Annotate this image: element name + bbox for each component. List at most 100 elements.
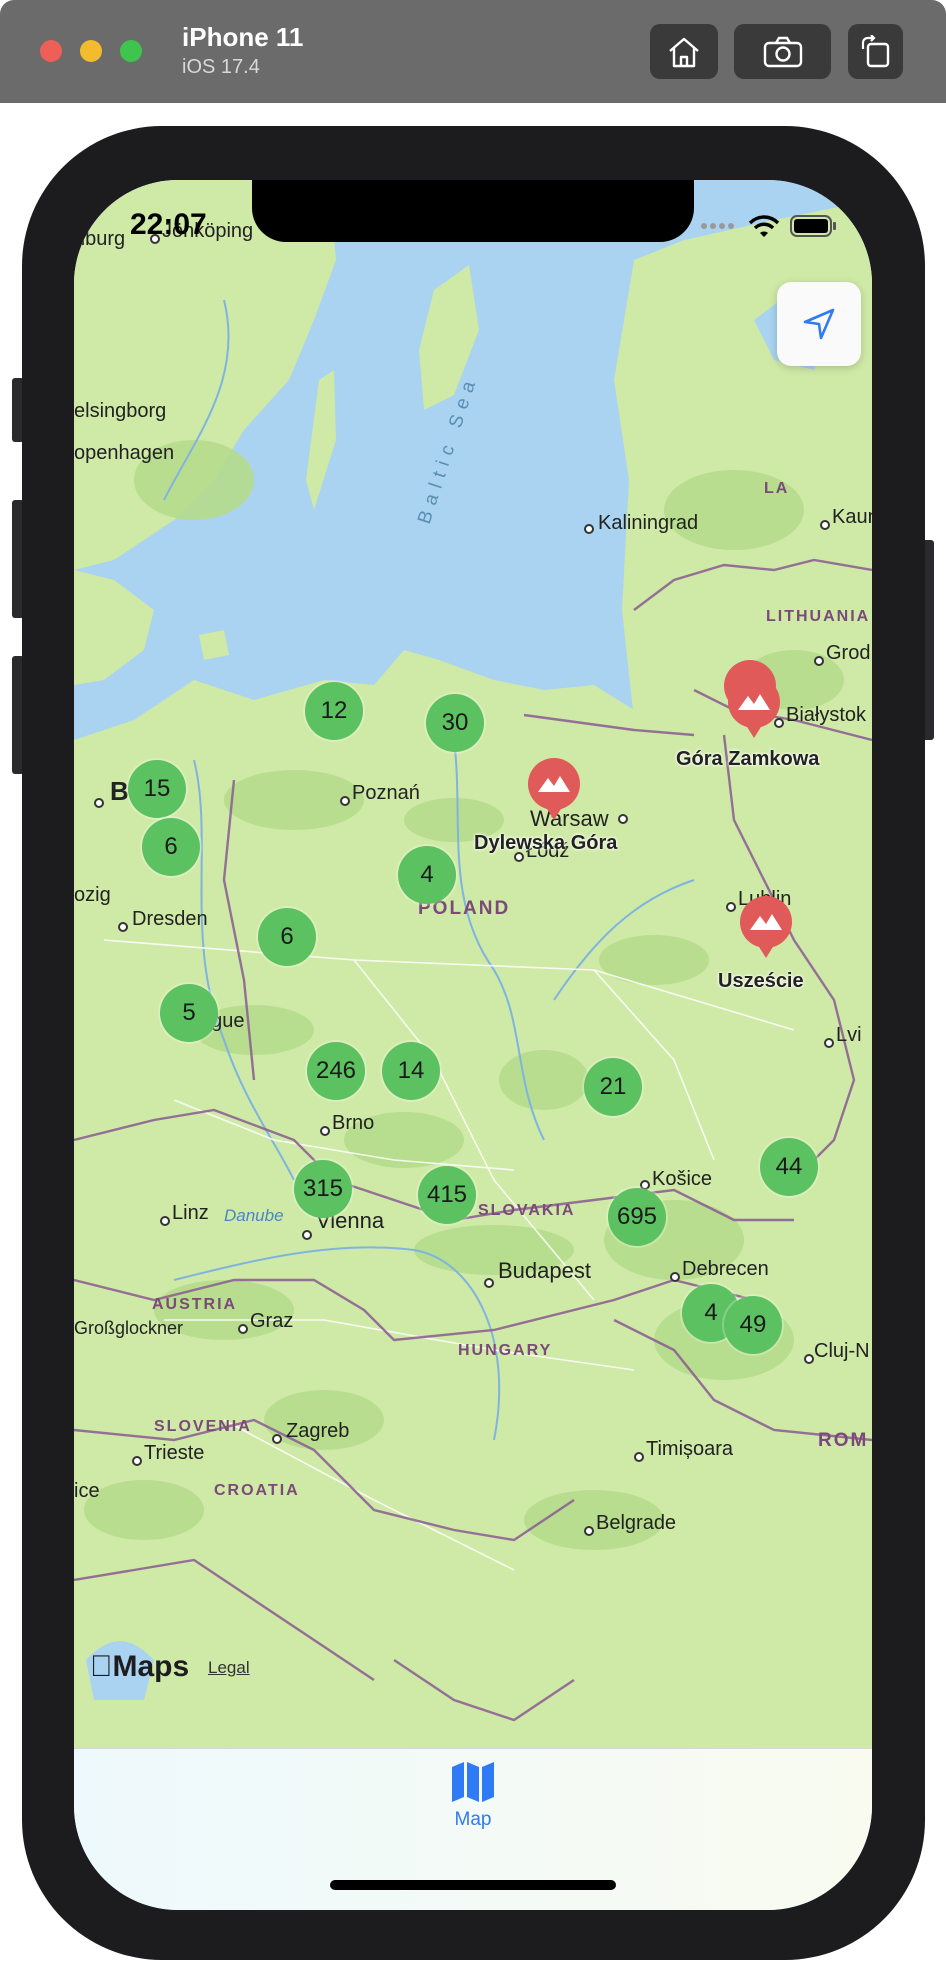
country-label-hungary: HUNGARY bbox=[458, 1342, 553, 1359]
country-label-slovakia: SLOVAKIA bbox=[478, 1202, 576, 1219]
cluster-marker[interactable]: 246 bbox=[307, 1042, 365, 1100]
city-label: Graz bbox=[250, 1310, 294, 1332]
cluster-marker[interactable]: 44 bbox=[760, 1138, 818, 1196]
device-name: iPhone 11 bbox=[182, 22, 304, 52]
city-dot bbox=[618, 814, 628, 824]
home-button[interactable] bbox=[650, 24, 718, 79]
city-dot bbox=[820, 520, 830, 530]
city-dot bbox=[238, 1324, 248, 1334]
home-icon bbox=[669, 37, 699, 67]
city-label: Linz bbox=[172, 1202, 209, 1224]
country-label-croatia: CROATIA bbox=[214, 1482, 300, 1499]
city-label: Debrecen bbox=[682, 1258, 769, 1280]
cluster-marker[interactable]: 4 bbox=[398, 846, 456, 904]
peak-label: Dylewska Góra bbox=[474, 832, 618, 854]
apple-maps-logo: Maps bbox=[90, 1650, 189, 1683]
country-label-romania: ROM bbox=[818, 1430, 869, 1451]
map-view[interactable]: Baltic Sea LA LITHUANIA POLAND SLOVAKIA … bbox=[74, 180, 872, 1748]
city-label: Kaliningrad bbox=[598, 512, 699, 534]
device-notch bbox=[252, 180, 694, 242]
wifi-icon bbox=[748, 215, 780, 237]
cluster-marker[interactable]: 695 bbox=[608, 1188, 666, 1246]
cluster-marker[interactable]: 12 bbox=[305, 682, 363, 740]
home-indicator[interactable] bbox=[330, 1880, 616, 1890]
minimize-window-button[interactable] bbox=[80, 40, 102, 62]
city-label: Kaun bbox=[832, 506, 872, 528]
screenshot-icon bbox=[763, 36, 802, 67]
city-label: Belgrade bbox=[596, 1512, 677, 1534]
screenshot-button[interactable] bbox=[734, 24, 831, 79]
location-arrow-icon bbox=[803, 308, 835, 340]
country-label-austria: AUSTRIA bbox=[152, 1296, 238, 1313]
city-label: ozig bbox=[74, 884, 111, 906]
city-label: elsingborg bbox=[74, 400, 167, 422]
mountain-icon[interactable] bbox=[526, 758, 582, 826]
city-dot bbox=[320, 1126, 330, 1136]
apple-logo-icon:  bbox=[90, 1650, 113, 1683]
city-dot bbox=[584, 524, 594, 534]
city-label: Zagreb bbox=[286, 1420, 350, 1442]
city-dot bbox=[804, 1354, 814, 1364]
country-label-latvia: LA bbox=[764, 480, 790, 497]
city-label: Grod bbox=[826, 642, 871, 664]
tab-map[interactable]: Map bbox=[424, 1759, 522, 1849]
device-screen: Baltic Sea LA LITHUANIA POLAND SLOVAKIA … bbox=[74, 180, 872, 1910]
city-label: ice bbox=[74, 1480, 100, 1502]
peak-label: Góra Zamkowa bbox=[676, 748, 820, 770]
city-dot bbox=[726, 902, 736, 912]
cluster-marker[interactable]: 49 bbox=[724, 1296, 782, 1354]
tab-label: Map bbox=[454, 1809, 492, 1830]
city-label: nburg bbox=[74, 228, 126, 250]
city-label: Trieste bbox=[144, 1442, 205, 1464]
map-icon bbox=[452, 1762, 494, 1802]
city-dot bbox=[814, 656, 824, 666]
battery-icon bbox=[790, 215, 836, 237]
cluster-marker[interactable]: 5 bbox=[160, 984, 218, 1042]
city-dot bbox=[272, 1434, 282, 1444]
city-label: Poznań bbox=[352, 782, 420, 804]
city-label: Dresden bbox=[132, 908, 208, 930]
zoom-window-button[interactable] bbox=[120, 40, 142, 62]
city-dot bbox=[160, 1216, 170, 1226]
rotate-icon bbox=[861, 34, 889, 67]
cluster-marker[interactable]: 30 bbox=[426, 694, 484, 752]
signal-icon bbox=[701, 223, 734, 229]
rotate-button[interactable] bbox=[848, 24, 903, 79]
close-window-button[interactable] bbox=[40, 40, 62, 62]
city-dot bbox=[824, 1038, 834, 1048]
city-label: openhagen bbox=[74, 442, 175, 464]
peak-label: Uszeście bbox=[718, 970, 804, 992]
river-label: Danube bbox=[224, 1206, 284, 1225]
cluster-marker[interactable]: 14 bbox=[382, 1042, 440, 1100]
city-label: Großglockner bbox=[74, 1318, 184, 1338]
cluster-marker[interactable]: 6 bbox=[142, 818, 200, 876]
city-label: Białystok bbox=[786, 704, 867, 726]
city-dot bbox=[484, 1278, 494, 1288]
city-label: Brno bbox=[332, 1112, 375, 1134]
map-canvas[interactable] bbox=[74, 180, 872, 1748]
simulator-titlebar: iPhone 11 iOS 17.4 bbox=[0, 0, 946, 103]
cluster-marker[interactable]: 6 bbox=[258, 908, 316, 966]
city-label: Lvi bbox=[836, 1024, 862, 1046]
cluster-marker[interactable]: 315 bbox=[294, 1160, 352, 1218]
city-label: Košice bbox=[652, 1168, 713, 1190]
city-dot bbox=[132, 1456, 142, 1466]
cluster-marker[interactable]: 21 bbox=[584, 1058, 642, 1116]
city-dot bbox=[340, 796, 350, 806]
city-dot bbox=[584, 1526, 594, 1536]
mountain-icon[interactable] bbox=[726, 676, 782, 744]
status-time: 22:07 bbox=[130, 208, 207, 241]
cluster-marker[interactable]: 415 bbox=[418, 1166, 476, 1224]
legal-link[interactable]: Legal bbox=[208, 1658, 250, 1678]
city-dot bbox=[670, 1272, 680, 1282]
country-label-lithuania: LITHUANIA bbox=[766, 608, 871, 625]
os-version: iOS 17.4 bbox=[182, 56, 260, 78]
mountain-icon[interactable] bbox=[738, 896, 794, 964]
city-label: Timișoara bbox=[646, 1438, 734, 1460]
city-dot bbox=[302, 1230, 312, 1240]
cluster-marker[interactable]: 15 bbox=[128, 760, 186, 818]
city-dot bbox=[634, 1452, 644, 1462]
locate-me-button[interactable] bbox=[777, 282, 861, 366]
city-label: Cluj-N bbox=[814, 1340, 870, 1362]
city-label-capital: Budapest bbox=[498, 1258, 591, 1283]
